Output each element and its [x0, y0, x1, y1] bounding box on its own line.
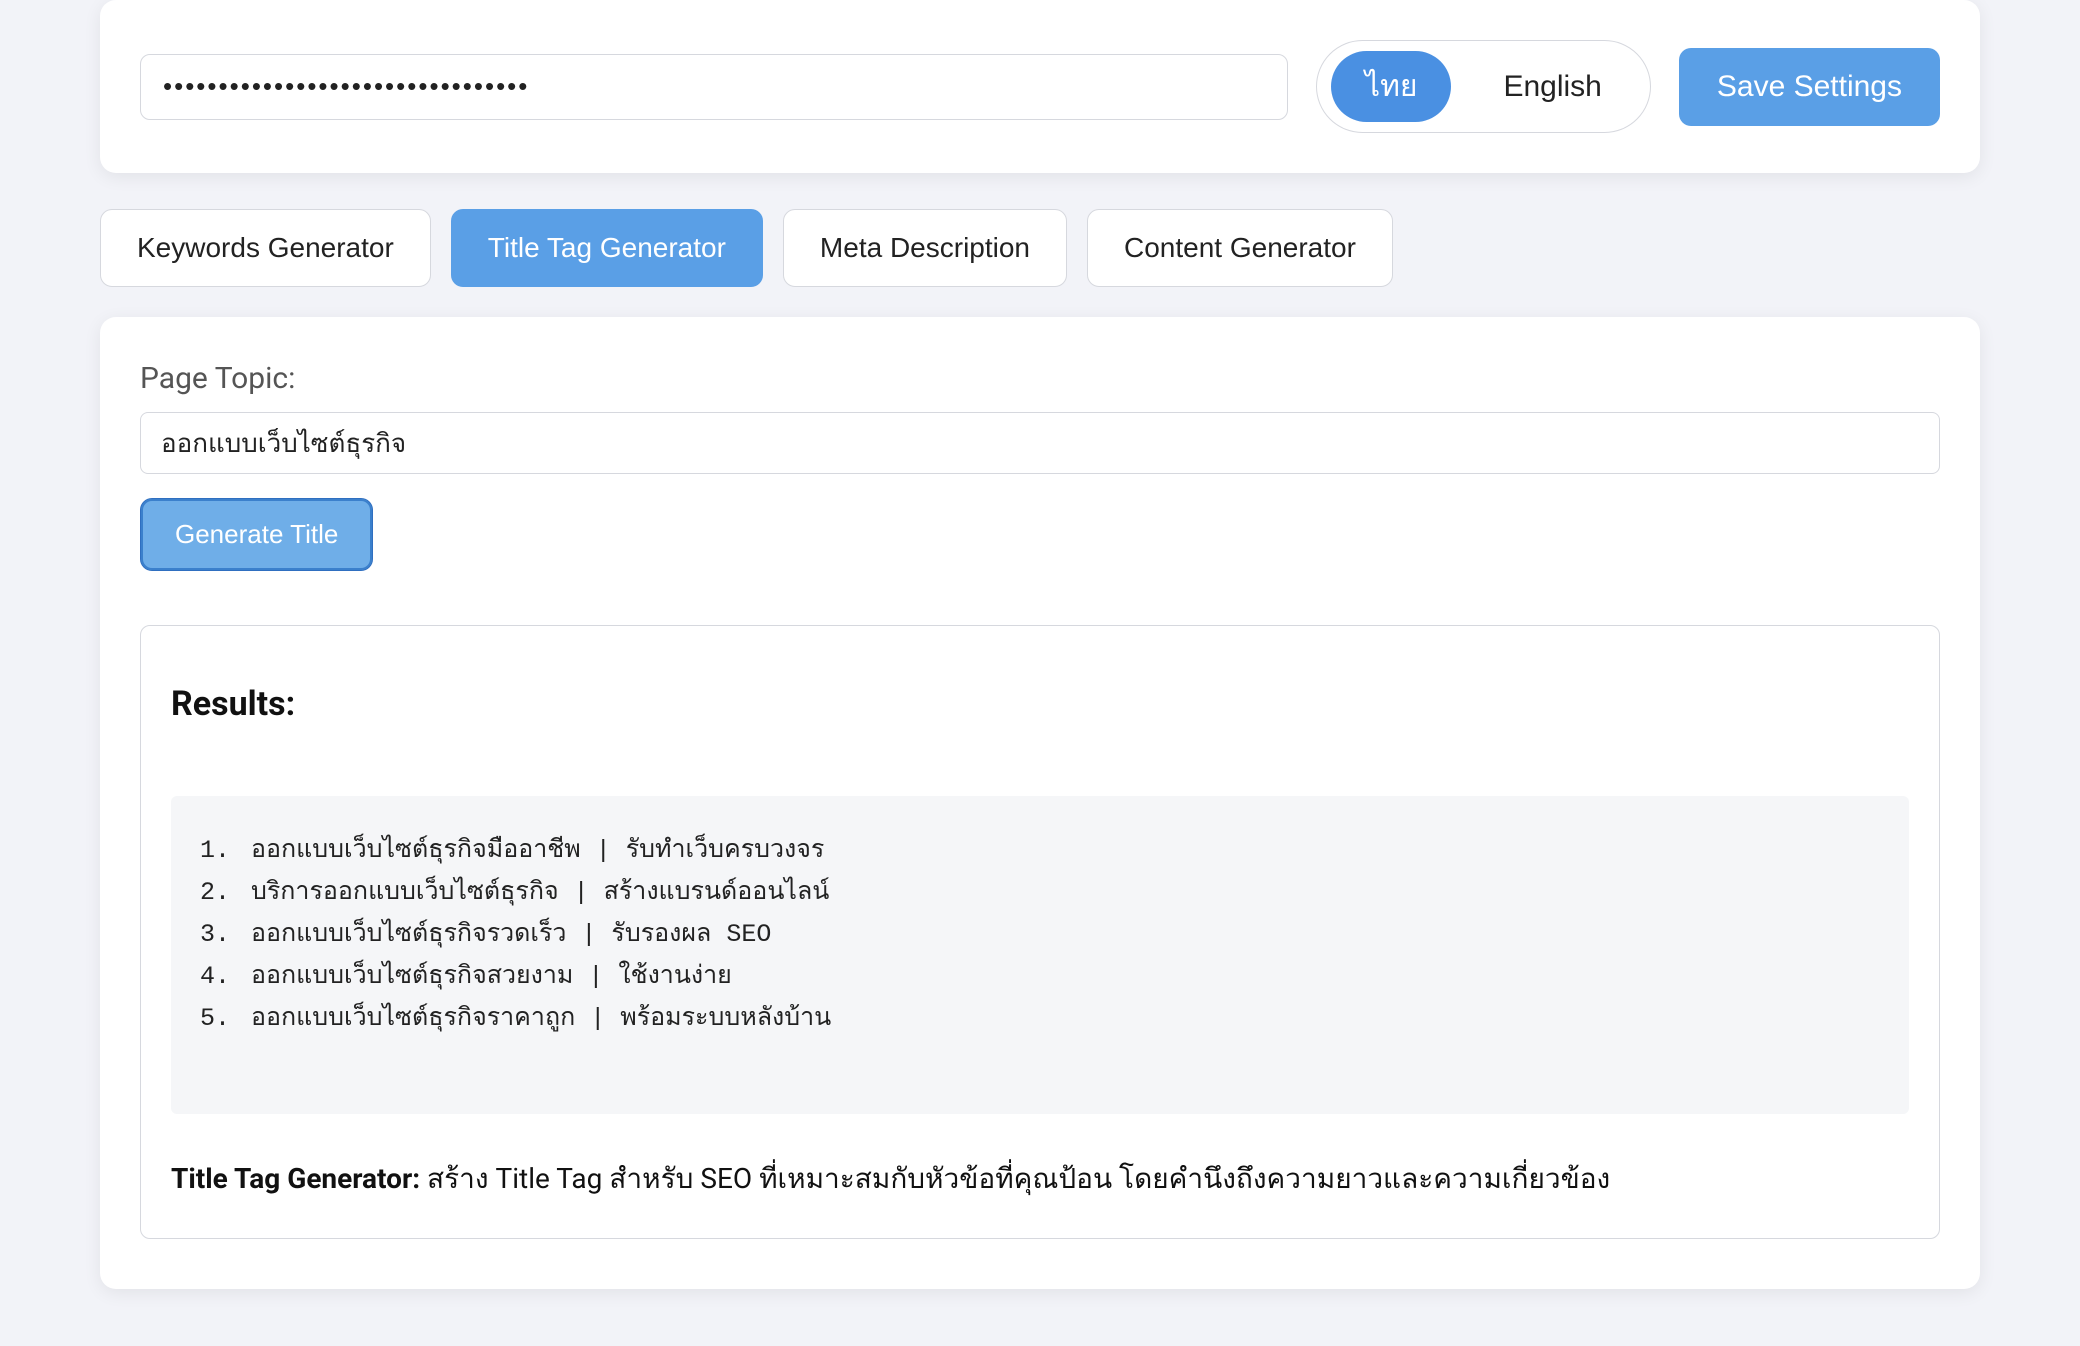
page-topic-label: Page Topic:	[140, 361, 1940, 396]
tab-title-tag-generator[interactable]: Title Tag Generator	[451, 209, 763, 287]
tab-meta-description[interactable]: Meta Description	[783, 209, 1067, 287]
results-box: Results: ออกแบบเว็บไซต์ธุรกิจมืออาชีพ | …	[140, 625, 1940, 1239]
result-item: ออกแบบเว็บไซต์ธุรกิจรวดเร็ว | รับรองผล S…	[245, 914, 1879, 956]
api-key-input[interactable]	[140, 54, 1288, 120]
result-item: ออกแบบเว็บไซต์ธุรกิจราคาถูก | พร้อมระบบห…	[245, 998, 1879, 1040]
results-heading: Results:	[171, 684, 1909, 724]
language-toggle: ไทย English	[1316, 40, 1651, 133]
page-topic-input[interactable]	[140, 412, 1940, 474]
settings-panel: ไทย English Save Settings	[100, 0, 1980, 173]
save-settings-button[interactable]: Save Settings	[1679, 48, 1940, 126]
lang-english-button[interactable]: English	[1469, 58, 1635, 116]
tab-content-generator[interactable]: Content Generator	[1087, 209, 1393, 287]
tool-description-body: สร้าง Title Tag สำหรับ SEO ที่เหมาะสมกับ…	[427, 1162, 1610, 1195]
result-item: ออกแบบเว็บไซต์ธุรกิจมืออาชีพ | รับทำเว็บ…	[245, 830, 1879, 872]
result-item: บริการออกแบบเว็บไซต์ธุรกิจ | สร้างแบรนด์…	[245, 872, 1879, 914]
result-item: ออกแบบเว็บไซต์ธุรกิจสวยงาม | ใช้งานง่าย	[245, 956, 1879, 998]
tabs-row: Keywords Generator Title Tag Generator M…	[100, 209, 1980, 287]
tab-keywords-generator[interactable]: Keywords Generator	[100, 209, 431, 287]
lang-thai-button[interactable]: ไทย	[1331, 51, 1451, 122]
tool-description-title: Title Tag Generator:	[171, 1162, 420, 1195]
generate-title-button[interactable]: Generate Title	[140, 498, 373, 571]
tool-description: Title Tag Generator: สร้าง Title Tag สำห…	[171, 1158, 1909, 1200]
results-list-wrap: ออกแบบเว็บไซต์ธุรกิจมืออาชีพ | รับทำเว็บ…	[171, 796, 1909, 1114]
main-panel: Page Topic: Generate Title Results: ออกแ…	[100, 317, 1980, 1289]
results-list: ออกแบบเว็บไซต์ธุรกิจมืออาชีพ | รับทำเว็บ…	[201, 830, 1879, 1040]
